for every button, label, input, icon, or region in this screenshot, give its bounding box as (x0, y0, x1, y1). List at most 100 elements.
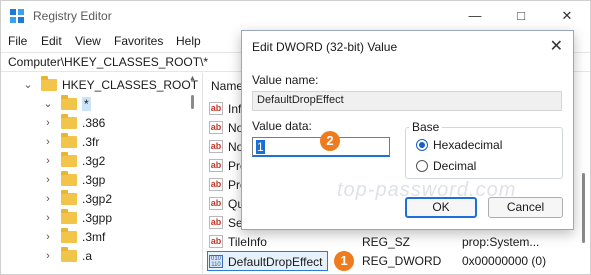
maximize-button[interactable]: □ (505, 5, 537, 27)
address-path: Computer\HKEY_CLASSES_ROOT\* (8, 55, 209, 69)
value-type: REG_DWORD (362, 254, 442, 268)
scroll-up-icon[interactable]: ▲ (189, 75, 196, 82)
string-value-icon: ab (209, 216, 223, 229)
string-value-icon: ab (209, 178, 223, 191)
string-value-icon: ab (209, 235, 223, 248)
folder-icon (61, 227, 77, 243)
base-label: Base (409, 120, 443, 134)
pane-splitter[interactable] (202, 73, 203, 275)
value-name: TileInfo (228, 234, 267, 249)
dialog-title: Edit DWORD (32-bit) Value (252, 40, 398, 54)
chevron-right-icon[interactable]: › (43, 155, 53, 167)
tree-item-star[interactable]: ⌄ * (43, 94, 91, 113)
folder-icon (61, 246, 77, 262)
tree-label: .3fr (82, 134, 100, 149)
menu-help[interactable]: Help (176, 34, 201, 48)
key-tree: ⌄ HKEY_CLASSES_ROOT ⌄ * › .386 › .3fr › … (1, 73, 204, 275)
tree-item[interactable]: › .3gpp (43, 208, 112, 227)
tree-label: .3mf (82, 229, 106, 244)
tree-label: .3gp2 (82, 191, 113, 206)
value-row[interactable]: ab No (209, 118, 243, 137)
tree-label: .386 (82, 115, 106, 130)
value-row[interactable]: ab Qu (209, 194, 244, 213)
value-name: Inf (228, 101, 242, 116)
hexadecimal-radio[interactable]: Hexadecimal (416, 138, 502, 152)
decimal-radio[interactable]: Decimal (416, 159, 476, 173)
value-data-label: Value data: (252, 119, 312, 133)
hexadecimal-label: Hexadecimal (433, 138, 503, 152)
step-marker-1: 1 (334, 251, 354, 271)
tree-item[interactable]: › .3g2 (43, 151, 105, 170)
value-row-selected[interactable]: 010 110 DefaultDropEffect (209, 252, 323, 271)
scroll-thumb[interactable] (191, 95, 194, 109)
folder-icon (61, 170, 77, 186)
tree-label: .3gpp (82, 210, 113, 225)
radio-selected-icon[interactable] (416, 139, 428, 151)
tree-label: * (82, 96, 91, 111)
value-name-label: Value name: (252, 73, 319, 87)
chevron-down-icon[interactable]: ⌄ (23, 78, 33, 91)
string-value-icon: ab (209, 121, 223, 134)
tree-item[interactable]: › .a (43, 246, 92, 265)
menu-favorites[interactable]: Favorites (114, 34, 163, 48)
tree-label: .3gp (82, 172, 106, 187)
tree-item[interactable]: › .3gp2 (43, 189, 112, 208)
menu-edit[interactable]: Edit (41, 34, 62, 48)
tree-label: .a (82, 248, 93, 263)
value-row[interactable]: ab TileInfo (209, 232, 267, 251)
chevron-right-icon[interactable]: › (43, 231, 53, 243)
chevron-down-icon[interactable]: ⌄ (43, 97, 53, 110)
chevron-right-icon[interactable]: › (43, 250, 53, 262)
dword-value-icon: 010 110 (209, 255, 223, 268)
ok-button[interactable]: OK (405, 197, 477, 218)
edit-dword-dialog: Edit DWORD (32-bit) Value ✕ Value name: … (241, 30, 574, 230)
menu-file[interactable]: File (8, 34, 27, 48)
folder-icon (61, 208, 77, 224)
string-value-icon: ab (209, 197, 223, 210)
string-value-icon: ab (209, 159, 223, 172)
folder-icon (61, 132, 77, 148)
tree-item[interactable]: › .3gp (43, 170, 105, 189)
step-marker-2: 2 (320, 131, 340, 151)
values-scrollbar[interactable] (579, 73, 589, 275)
chevron-right-icon[interactable]: › (43, 174, 53, 186)
string-value-icon: ab (209, 140, 223, 153)
string-value-icon: ab (209, 102, 223, 115)
registry-app-icon (10, 9, 24, 23)
value-row[interactable]: ab Inf (209, 99, 241, 118)
chevron-right-icon[interactable]: › (43, 212, 53, 224)
tree-item[interactable]: › .386 (43, 113, 105, 132)
value-data-text: 1 (256, 140, 265, 154)
value-type: REG_SZ (362, 235, 411, 249)
menu-view[interactable]: View (75, 34, 101, 48)
scroll-thumb[interactable] (582, 173, 585, 243)
tree-item[interactable]: › .3mf (43, 227, 105, 246)
value-data: 0x00000000 (0) (462, 254, 547, 268)
title-bar: Registry Editor — □ ✕ (1, 1, 590, 32)
value-name: DefaultDropEffect (228, 254, 323, 269)
window-title: Registry Editor (33, 9, 112, 23)
column-header-name[interactable]: Name (211, 79, 243, 93)
tree-label: .3g2 (82, 153, 106, 168)
value-name-field: DefaultDropEffect (252, 91, 562, 111)
folder-icon (61, 94, 77, 110)
value-row[interactable]: ab No (209, 137, 243, 156)
tree-item[interactable]: › .3fr (43, 132, 99, 151)
folder-icon (61, 113, 77, 129)
tree-root[interactable]: ⌄ HKEY_CLASSES_ROOT (23, 75, 198, 94)
folder-icon (61, 151, 77, 167)
chevron-right-icon[interactable]: › (43, 136, 53, 148)
decimal-label: Decimal (433, 159, 477, 173)
tree-scrollbar[interactable]: ▲ (189, 73, 197, 275)
folder-icon (61, 189, 77, 205)
minimize-button[interactable]: — (459, 5, 491, 27)
dialog-close-button[interactable]: ✕ (550, 36, 563, 56)
folder-icon (41, 75, 57, 91)
radio-unselected-icon[interactable] (416, 160, 428, 172)
tree-label: HKEY_CLASSES_ROOT (62, 77, 199, 92)
chevron-right-icon[interactable]: › (43, 193, 53, 205)
chevron-right-icon[interactable]: › (43, 117, 53, 129)
cancel-button[interactable]: Cancel (488, 197, 563, 218)
value-data: prop:System... (462, 235, 540, 249)
close-button[interactable]: ✕ (551, 5, 583, 27)
